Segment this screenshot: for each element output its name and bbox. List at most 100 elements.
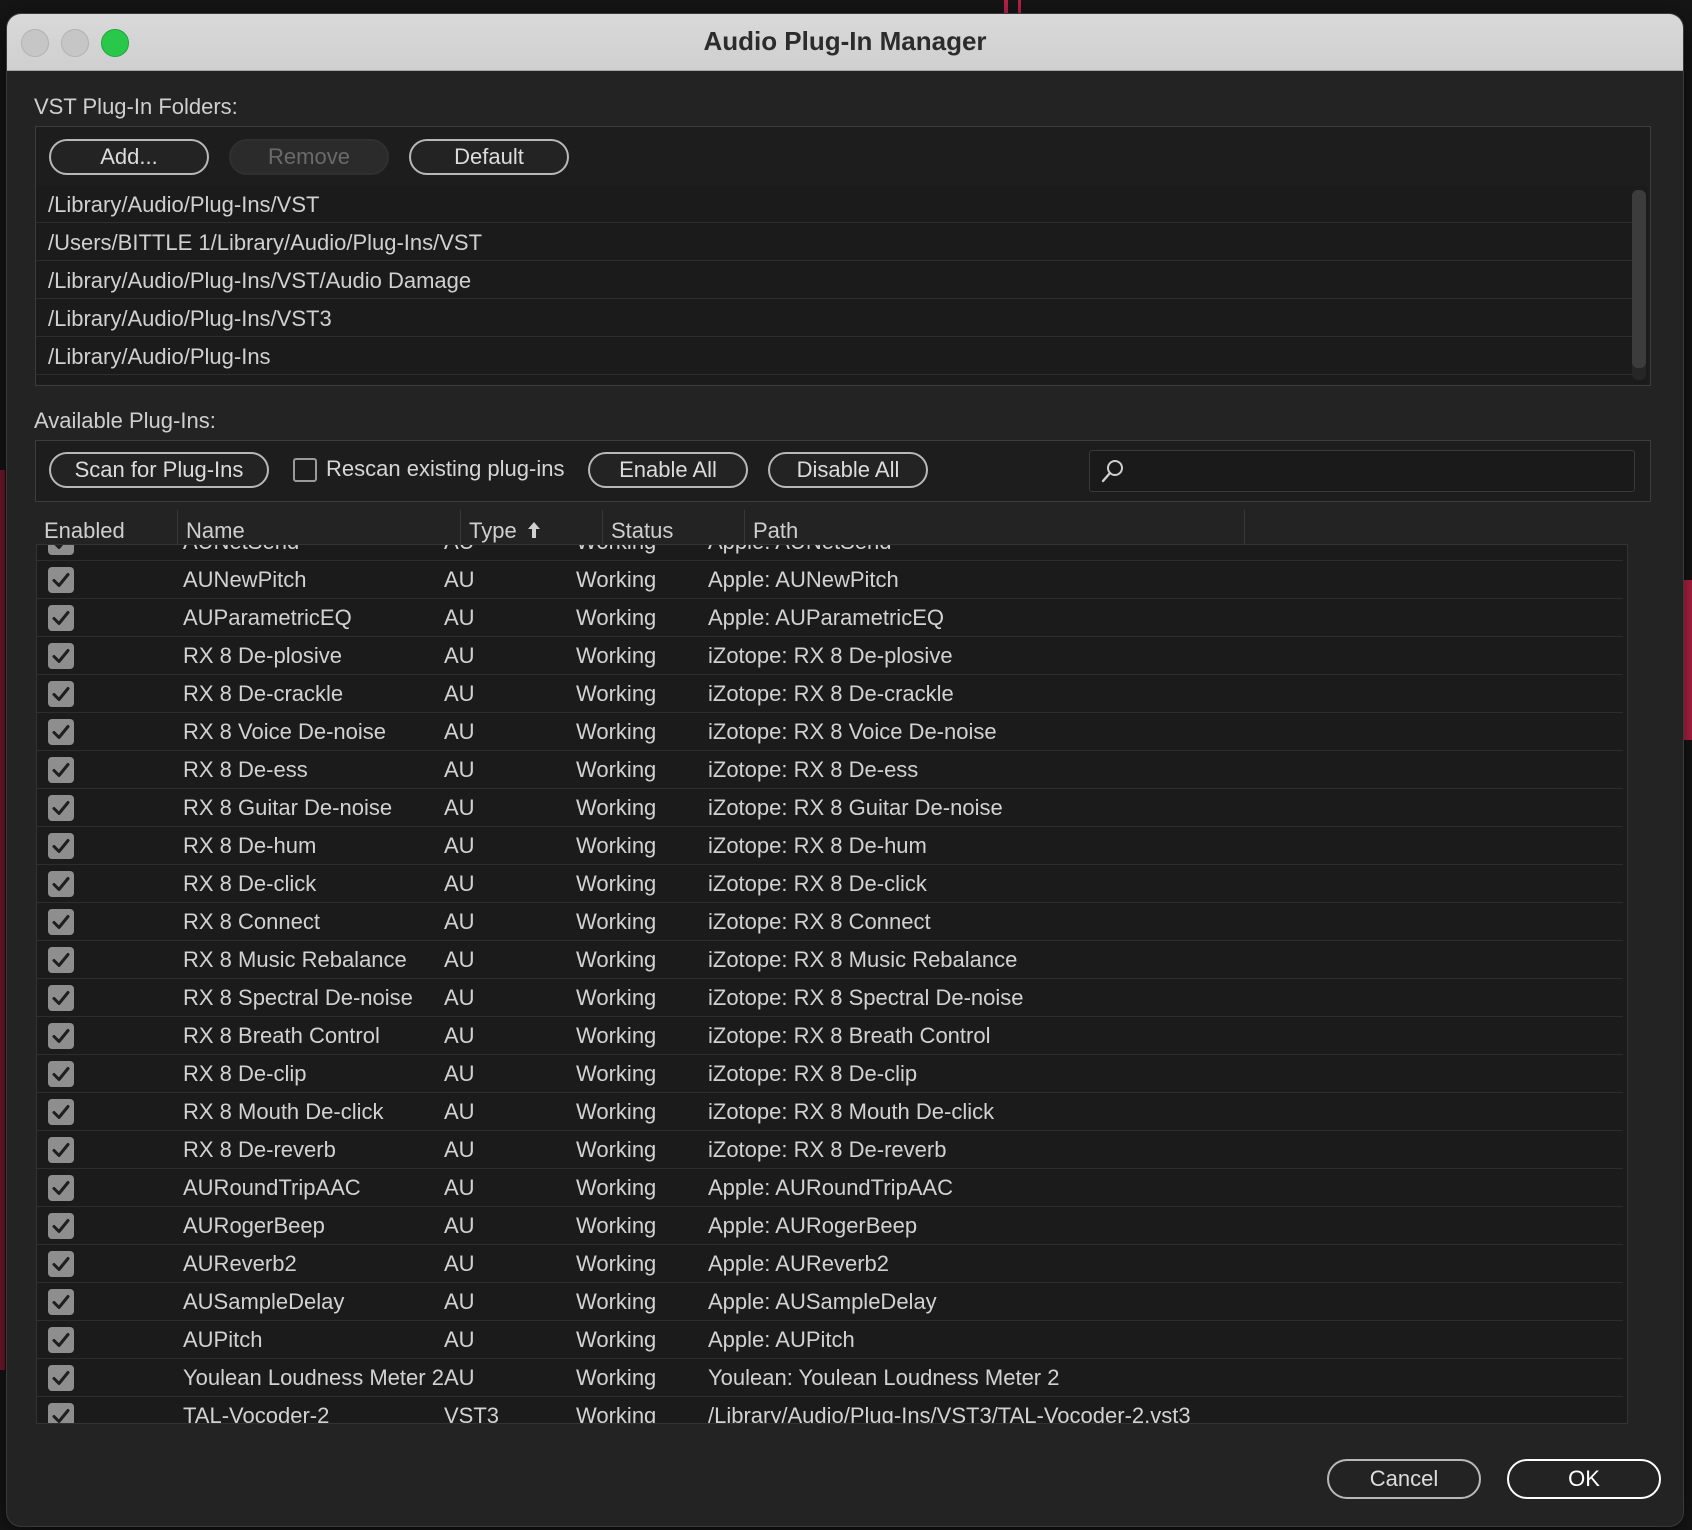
enabled-checkbox[interactable] xyxy=(48,1251,74,1277)
enabled-checkbox[interactable] xyxy=(48,719,74,745)
enabled-checkbox[interactable] xyxy=(48,1403,74,1423)
ok-button[interactable]: OK xyxy=(1507,1459,1661,1499)
plugin-status: Working xyxy=(576,1403,657,1424)
enabled-checkbox[interactable] xyxy=(48,681,74,707)
table-row[interactable]: RX 8 De-reverb AU Working iZotope: RX 8 De-… xyxy=(37,1131,1623,1169)
plugin-name: AURoundTripAAC xyxy=(183,1175,361,1200)
enabled-checkbox[interactable] xyxy=(48,1061,74,1087)
enabled-checkbox[interactable] xyxy=(48,985,74,1011)
plugin-type: AU xyxy=(444,1061,475,1086)
enabled-checkbox[interactable] xyxy=(48,833,74,859)
enabled-checkbox[interactable] xyxy=(48,1327,74,1353)
vst-folder-row[interactable]: /Library/Audio/Plug-Ins/VST/Audio Damage xyxy=(36,262,1634,299)
plugins-table: AUNetSendAUWorkingApple: AUNetSendAUNewP… xyxy=(36,544,1628,1424)
vst-folder-row[interactable]: /Library/Audio/Plug-Ins/VST3 xyxy=(36,300,1634,337)
enabled-checkbox[interactable] xyxy=(48,795,74,821)
table-row[interactable]: RX 8 De-clip AU Working iZotope: RX 8 De-cl… xyxy=(37,1055,1623,1093)
enabled-checkbox[interactable] xyxy=(48,871,74,897)
table-row[interactable]: RX 8 De-hum AU Working iZotope: RX 8 De-hum xyxy=(37,827,1623,865)
table-row[interactable]: Youlean Loudness Meter 2 AU Working Youlean… xyxy=(37,1359,1623,1397)
vst-folder-row[interactable]: /Library/Audio/Plug-Ins/VST xyxy=(36,186,1634,223)
table-row[interactable]: AURoundTripAAC AU Working Apple: AURoundTri… xyxy=(37,1169,1623,1207)
plugin-name: RX 8 De-reverb xyxy=(183,1137,336,1162)
table-row[interactable]: RX 8 Voice De-noise AU Working iZotope: RX … xyxy=(37,713,1623,751)
enabled-checkbox[interactable] xyxy=(48,757,74,783)
default-folders-button[interactable]: Default xyxy=(409,139,569,175)
table-row[interactable]: RX 8 Spectral De-noise AU Working iZotope: … xyxy=(37,979,1623,1017)
background-accent xyxy=(1004,0,1008,14)
table-row[interactable]: RX 8 Connect AU Working iZotope: RX 8 Conne… xyxy=(37,903,1623,941)
enabled-checkbox[interactable] xyxy=(48,605,74,631)
background-accent xyxy=(1018,0,1021,14)
enabled-checkbox[interactable] xyxy=(48,1289,74,1315)
plugin-path: iZotope: RX 8 Voice De-noise xyxy=(708,719,997,744)
plugin-status: Working xyxy=(576,1327,657,1352)
table-row[interactable]: RX 8 De-plosive AU Working iZotope: RX 8 De… xyxy=(37,637,1623,675)
folder-list-scrollbar[interactable] xyxy=(1632,190,1646,380)
checkmark-icon xyxy=(52,1029,70,1043)
table-row[interactable]: AUPitch AU Working Apple: AUPitch xyxy=(37,1321,1623,1359)
table-row[interactable]: RX 8 Breath Control AU Working iZotope: RX … xyxy=(37,1017,1623,1055)
plugin-path: Apple: AUNetSend xyxy=(708,545,891,561)
add-folder-button[interactable]: Add... xyxy=(49,139,209,175)
plugin-path: Youlean: Youlean Loudness Meter 2 xyxy=(708,1365,1060,1390)
checkmark-icon xyxy=(52,611,70,625)
plugin-status: Working xyxy=(576,1365,657,1390)
rescan-existing-label[interactable]: Rescan existing plug-ins xyxy=(326,456,564,482)
enabled-checkbox[interactable] xyxy=(48,1365,74,1391)
table-row[interactable]: AURogerBeep AU Working Apple: AURogerBeep xyxy=(37,1207,1623,1245)
plugin-path: Apple: AURoundTripAAC xyxy=(708,1175,953,1200)
plugin-search-field[interactable] xyxy=(1089,450,1635,492)
title-bar: Audio Plug-In Manager xyxy=(7,14,1683,71)
enabled-checkbox[interactable] xyxy=(48,1099,74,1125)
plugin-name: AUParametricEQ xyxy=(183,605,352,630)
plugin-type: AU xyxy=(444,643,475,668)
window-title: Audio Plug-In Manager xyxy=(703,26,987,56)
checkmark-icon xyxy=(52,1219,70,1233)
plugin-name: AUNetSend xyxy=(183,545,299,561)
plugin-name: AUNewPitch xyxy=(183,567,307,592)
enable-all-button[interactable]: Enable All xyxy=(588,452,748,488)
search-input[interactable] xyxy=(1134,455,1628,487)
plugin-type: AU xyxy=(444,1213,475,1238)
enabled-checkbox[interactable] xyxy=(48,1175,74,1201)
table-row[interactable]: AUNewPitch AU Working Apple: AUNewPitch xyxy=(37,561,1623,599)
plugin-path: /Library/Audio/Plug-Ins/VST3/TAL-Vocoder… xyxy=(708,1403,1191,1424)
enabled-checkbox[interactable] xyxy=(48,909,74,935)
checkmark-icon xyxy=(52,915,70,929)
enabled-checkbox[interactable] xyxy=(48,1023,74,1049)
plugin-name: RX 8 De-hum xyxy=(183,833,317,858)
plugin-type: AU xyxy=(444,757,475,782)
enabled-checkbox[interactable] xyxy=(48,643,74,669)
rescan-existing-checkbox[interactable] xyxy=(293,458,317,482)
checkmark-icon xyxy=(52,1257,70,1271)
table-row[interactable]: RX 8 De-click AU Working iZotope: RX 8 De-c… xyxy=(37,865,1623,903)
enabled-checkbox[interactable] xyxy=(48,947,74,973)
folder-list-scrollbar-thumb[interactable] xyxy=(1632,190,1646,368)
remove-folder-button[interactable]: Remove xyxy=(229,139,389,175)
plugin-path: iZotope: RX 8 De-hum xyxy=(708,833,927,858)
enabled-checkbox[interactable] xyxy=(48,1213,74,1239)
table-row[interactable]: RX 8 Music Rebalance AU Working iZotope: RX… xyxy=(37,941,1623,979)
checkmark-icon xyxy=(52,725,70,739)
scan-plugins-button[interactable]: Scan for Plug-Ins xyxy=(49,452,269,488)
checkmark-icon xyxy=(52,877,70,891)
table-row[interactable]: AUReverb2 AU Working Apple: AUReverb2 xyxy=(37,1245,1623,1283)
enabled-checkbox[interactable] xyxy=(48,1137,74,1163)
table-row[interactable]: RX 8 De-crackle AU Working iZotope: RX 8 De… xyxy=(37,675,1623,713)
table-row[interactable]: TAL-Vocoder-2 VST3 Working/Library/Audio/P… xyxy=(37,1397,1623,1424)
plugin-path: iZotope: RX 8 De-plosive xyxy=(708,643,953,668)
enabled-checkbox[interactable] xyxy=(48,567,74,593)
table-row[interactable]: RX 8 Guitar De-noise AU Working iZotope: RX… xyxy=(37,789,1623,827)
vst-folder-row[interactable]: /Users/BITTLE 1/Library/Audio/Plug-Ins/V… xyxy=(36,224,1634,261)
table-row[interactable]: AUParametricEQ AU Working Apple: AUParametr… xyxy=(37,599,1623,637)
table-row[interactable]: AUSampleDelay AU Working Apple: AUSampleDel… xyxy=(37,1283,1623,1321)
disable-all-button[interactable]: Disable All xyxy=(768,452,928,488)
enabled-checkbox[interactable] xyxy=(48,545,74,555)
table-row[interactable]: RX 8 Mouth De-click AU Working iZotope: RX … xyxy=(37,1093,1623,1131)
cancel-button[interactable]: Cancel xyxy=(1327,1459,1481,1499)
table-row[interactable]: AUNetSend AU Working Apple: AUNetSend xyxy=(37,545,1623,561)
vst-folder-row[interactable]: /Library/Audio/Plug-Ins xyxy=(36,338,1634,375)
table-row[interactable]: RX 8 De-ess AU Working iZotope: RX 8 De-ess xyxy=(37,751,1623,789)
background-accent xyxy=(1684,580,1692,740)
